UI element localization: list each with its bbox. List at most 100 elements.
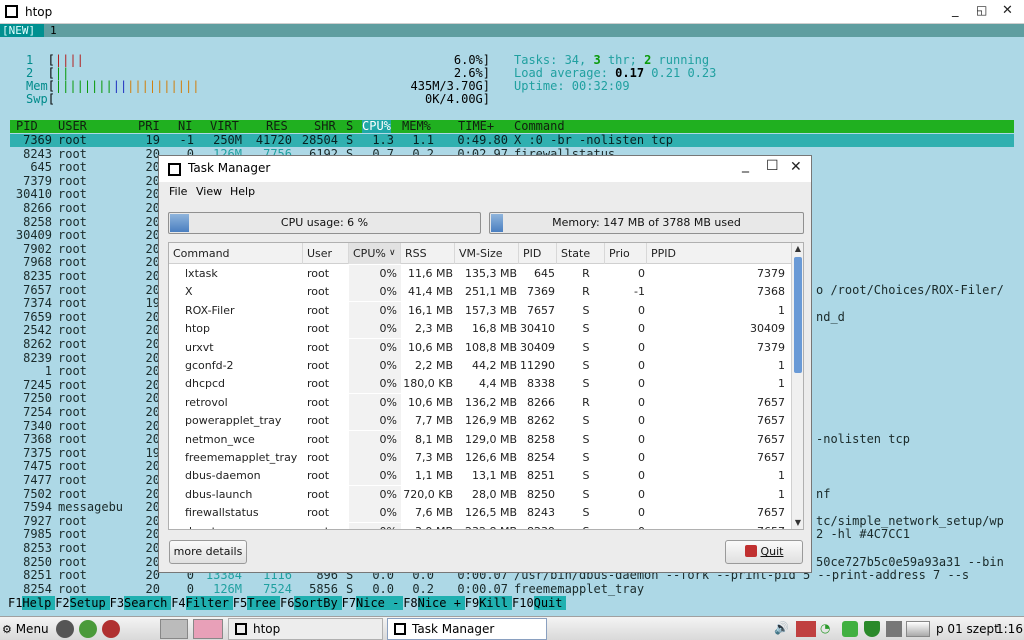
cell-pid: 8262 xyxy=(23,337,52,351)
fkey-f4-label[interactable]: Filter xyxy=(185,596,233,610)
cell-pri: 20 xyxy=(145,541,160,555)
fkey-f1-label[interactable]: Help xyxy=(22,596,56,610)
table-row[interactable]: dbus-launch root 0% 720,0 KB 28,0 MB 8250 S 0 1 xyxy=(169,485,793,504)
process-table-body[interactable]: lxtask root 0% 11,6 MB 135,3 MB 645 R 0 7379 Xroo… xyxy=(169,265,793,529)
scrollbar-thumb[interactable] xyxy=(794,257,802,373)
cell-state: S xyxy=(582,322,590,336)
fkey-f8-label[interactable]: Nice + xyxy=(417,596,465,610)
wifi-icon[interactable]: ◔ xyxy=(820,621,836,637)
table-row[interactable]: gconfd-2 root 0% 2,2 MB 44,2 MB 11290 S 0 1 xyxy=(169,357,793,375)
table-row[interactable]: retrovol root 0% 10,6 MB 136,2 MB 8266 R 0 7657 xyxy=(169,393,793,412)
table-row[interactable]: powerapplet_tray root 0% 7,7 MB 126,9 MB 8262… xyxy=(169,412,793,431)
fkey-f6-label[interactable]: SortBy xyxy=(294,596,342,610)
fkey-f7-label[interactable]: Nice - xyxy=(356,596,404,610)
cell-pid: 7369 xyxy=(527,285,555,299)
htop-titlebar[interactable]: htop _ ◱ ✕ xyxy=(0,0,1024,24)
cell-command: dbus-launch xyxy=(185,487,253,501)
clock-date[interactable]: p 01 szept xyxy=(936,619,999,639)
col-res[interactable]: RES xyxy=(266,120,288,133)
table-row[interactable]: htop root 0% 2,3 MB 16,8 MB 30410 S 0 30409 xyxy=(169,320,793,339)
taskbar-item-htop[interactable]: htop xyxy=(228,618,383,640)
table-row[interactable]: ROX-Filer root 0% 16,1 MB 157,3 MB 7657 S 0 1 xyxy=(169,301,793,320)
xorg-launcher-icon[interactable] xyxy=(56,620,74,638)
col-ppid[interactable]: PPID xyxy=(647,243,793,264)
start-menu-button[interactable]: ⚙ Menu xyxy=(2,619,49,639)
col-cpu[interactable]: CPU% xyxy=(362,120,391,133)
col-pid[interactable]: PID xyxy=(16,120,38,133)
col-pri[interactable]: PRI xyxy=(138,120,160,133)
col-pid[interactable]: PID xyxy=(519,243,557,264)
cell-cpu: 0% xyxy=(349,523,397,529)
close-icon[interactable]: ✕ xyxy=(790,159,802,175)
battery-icon[interactable] xyxy=(796,621,816,637)
menu-help[interactable]: Help xyxy=(230,185,255,198)
col-mem[interactable]: MEM% xyxy=(402,120,431,133)
quit-button[interactable]: Quit xyxy=(725,540,803,564)
col-ni[interactable]: NI xyxy=(178,120,192,133)
col-user[interactable]: USER xyxy=(58,120,87,133)
col-state[interactable]: State xyxy=(557,243,605,264)
task-manager-titlebar[interactable]: Task Manager _ ☐ ✕ xyxy=(159,156,811,182)
col-command[interactable]: Command xyxy=(169,243,303,264)
fkey-f5-label[interactable]: Tree xyxy=(247,596,280,610)
maximize-icon[interactable]: ☐ xyxy=(766,158,779,174)
cell-prio: 0 xyxy=(638,432,645,446)
table-row[interactable]: firewallstatus root 0% 7,6 MB 126,5 MB 8243 S 0… xyxy=(169,504,793,523)
close-icon[interactable]: ✕ xyxy=(1002,3,1013,18)
fkey-f10-label[interactable]: Quit xyxy=(533,596,567,610)
table-row[interactable]: 7369 root 19 -1 250M 41720 28504 S 1.3 1.1 0:49.80… xyxy=(0,134,1024,147)
table-row[interactable]: 8254 root 20 0 126M 7524 5856 S 0.0 0.2 0:00.07 fre… xyxy=(0,582,1024,596)
table-row[interactable]: dbus-daemon root 0% 1,1 MB 13,1 MB 8251 S 0 1 xyxy=(169,467,793,486)
col-user[interactable]: User xyxy=(303,243,349,264)
taskbar-item-task-manager[interactable]: Task Manager xyxy=(387,618,547,640)
minimize-icon[interactable]: _ xyxy=(952,3,959,18)
fkey-f3-label[interactable]: Search xyxy=(124,596,172,610)
process-table[interactable]: Command User CPU% ∨ RSS VM-Size PID State… xyxy=(168,242,804,530)
col-vmsize[interactable]: VM-Size xyxy=(455,243,519,264)
col-cpu[interactable]: CPU% ∨ xyxy=(349,243,401,264)
app-launcher-icon[interactable] xyxy=(102,620,120,638)
table-row[interactable]: urxvt root 0% 10,6 MB 108,8 MB 30409 S 0 7379 xyxy=(169,338,793,357)
menu-view[interactable]: View xyxy=(196,185,222,198)
fkey-f9-label[interactable]: Kill xyxy=(479,596,512,610)
scroll-down-icon[interactable]: ▼ xyxy=(793,517,803,529)
vertical-scrollbar[interactable]: ▲ ▼ xyxy=(791,243,803,529)
col-prio[interactable]: Prio xyxy=(605,243,647,264)
col-virt[interactable]: VIRT xyxy=(210,120,239,133)
table-row[interactable]: dhcpcd root 0% 180,0 KB 4,4 MB 8338 S 0 1 xyxy=(169,375,793,394)
cell-pid: 8253 xyxy=(23,541,52,555)
desktop-2-icon[interactable] xyxy=(193,619,223,639)
fkey-f2-label[interactable]: Setup xyxy=(69,596,110,610)
volume-icon[interactable]: 🔊 xyxy=(774,621,790,637)
more-details-button[interactable]: more details xyxy=(169,540,247,564)
cell-pri: 20 xyxy=(145,432,160,447)
table-row[interactable]: freememapplet_tray root 0% 7,3 MB 126,6 MB 82… xyxy=(169,449,793,467)
memory-monitor-icon[interactable] xyxy=(906,621,930,637)
menu-file[interactable]: File xyxy=(169,185,187,198)
clock-time[interactable]: 1:16 xyxy=(996,619,1023,639)
firewall-shield-icon[interactable] xyxy=(864,621,880,637)
cell-prio: 0 xyxy=(638,340,645,354)
storage-icon[interactable] xyxy=(842,621,858,637)
cell-cmd: o /root/Choices/ROX-Filer/ xyxy=(816,282,1004,297)
task-manager-window[interactable]: Task Manager _ ☐ ✕ File View Help CPU us… xyxy=(158,155,812,573)
desktop-1-icon[interactable] xyxy=(160,619,188,639)
col-time[interactable]: TIME+ xyxy=(458,120,494,133)
col-rss[interactable]: RSS xyxy=(401,243,455,264)
cell-pri: 20 xyxy=(145,500,160,515)
table-row[interactable]: Xroot 0% 41,4 MB 251,1 MB 7369 R -1 7368 xyxy=(169,283,793,302)
cpu-monitor-icon[interactable] xyxy=(886,621,902,637)
minimize-icon[interactable]: _ xyxy=(742,157,749,173)
table-row[interactable]: lxtask root 0% 11,6 MB 135,3 MB 645 R 0 7379 xyxy=(169,265,793,283)
scroll-up-icon[interactable]: ▲ xyxy=(793,243,803,255)
col-s[interactable]: S xyxy=(346,120,353,133)
col-command[interactable]: Command xyxy=(514,120,565,133)
tab-new[interactable]: [NEW] xyxy=(0,24,44,37)
tab-1[interactable]: 1 xyxy=(50,24,57,37)
cell-pid: 8239 xyxy=(23,350,52,365)
maximize-icon[interactable]: ◱ xyxy=(976,3,987,17)
table-row[interactable]: dunst root 0% 3,9 MB232,8 MB8239 S 07657 xyxy=(169,522,793,529)
browser-launcher-icon[interactable] xyxy=(79,620,97,638)
table-row[interactable]: netmon_wce root 0% 8,1 MB 129,0 MB 8258 S 0 7657 xyxy=(169,430,793,449)
col-shr[interactable]: SHR xyxy=(314,120,336,133)
